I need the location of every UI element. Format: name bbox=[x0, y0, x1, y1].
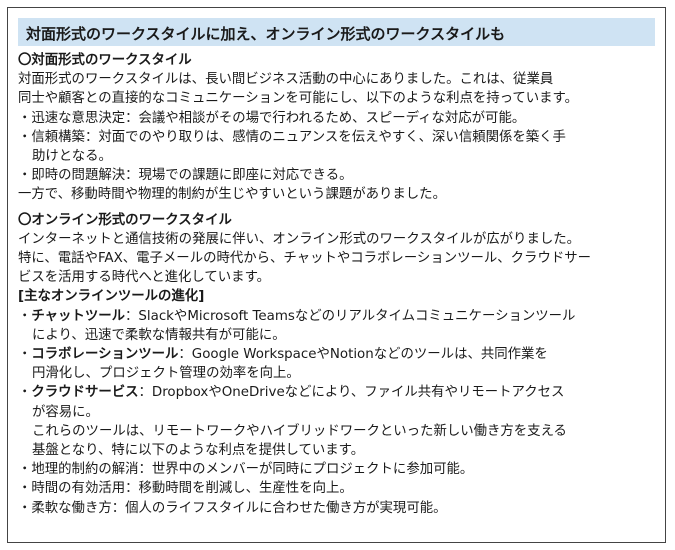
section-title-online: 〇オンライン形式のワークスタイル bbox=[18, 212, 232, 228]
paragraph-line: これらのツールは、リモートワークやハイブリッドワークといった新しい働き方を支える bbox=[32, 423, 567, 439]
tool-description: ：SlackやMicrosoft Teamsなどのリアルタイムコミュニケーション… bbox=[125, 308, 576, 324]
bullet-dot: ・ bbox=[18, 347, 32, 363]
tool-item-continuation: により、迅速で柔軟な情報共有が可能に。 bbox=[32, 327, 286, 343]
tool-name: クラウドサービス bbox=[31, 385, 139, 401]
paragraph-line: 対面形式のワークスタイルは、長い間ビジネス活動の中心にありました。これは、従業員 bbox=[18, 72, 554, 88]
bullet-item: ・即時の問題解決：現場での課題に即座に対応できる。 bbox=[18, 168, 353, 184]
paragraph-line: 基盤となり、特に以下のような利点を提供しています。 bbox=[32, 443, 365, 459]
paragraph-line: ビスを活用する時代へと進化しています。 bbox=[18, 270, 271, 286]
bullet-item: ・柔軟な働き方：個人のライフスタイルに合わせた働き方が実現可能。 bbox=[18, 500, 447, 516]
page-title: 対面形式のワークスタイルに加え、オンライン形式のワークスタイルも bbox=[18, 18, 655, 46]
bullet-continuation: 助けとなる。 bbox=[32, 149, 112, 165]
tool-description: ：DropboxやOneDriveなどにより、ファイル共有やリモートアクセス bbox=[138, 385, 565, 401]
tool-item: ・コラボレーションツール：Google WorkspaceやNotionなどのツ… bbox=[18, 345, 658, 364]
bullet-item: ・時間の有効活用：移動時間を削減し、生産性を向上。 bbox=[18, 481, 353, 497]
paragraph-line: 特に、電話やFAX、電子メールの時代から、チャットやコラボレーションツール、クラ… bbox=[18, 251, 592, 267]
tool-item-continuation: 円滑化し、プロジェクト管理の効率を向上。 bbox=[32, 366, 300, 382]
bullet-dot: ・ bbox=[18, 308, 32, 324]
tool-item: ・チャットツール：SlackやMicrosoft Teamsなどのリアルタイムコ… bbox=[18, 307, 658, 326]
section-title-in-person: 〇対面形式のワークスタイル bbox=[18, 53, 192, 68]
paragraph-line: インターネットと通信技術の発展に伴い、オンライン形式のワークスタイルが広がりまし… bbox=[18, 231, 581, 247]
tool-name: チャットツール bbox=[31, 308, 125, 324]
subheading-tools: [主なオンラインツールの進化] bbox=[18, 289, 205, 305]
bullet-item: ・迅速な意思決定：会議や相談がその場で行われるため、スピーディな対応が可能。 bbox=[18, 110, 526, 126]
document-body: 〇対面形式のワークスタイル 対面形式のワークスタイルは、長い間ビジネス活動の中心… bbox=[18, 51, 658, 518]
paragraph-line: 一方で、移動時間や物理的制約が生じやすいという課題がありました。 bbox=[18, 187, 446, 203]
paragraph-line: 同士や顧客との直接的なコミュニケーションを可能にし、以下のような利点を持っていま… bbox=[18, 91, 578, 107]
tool-item: ・クラウドサービス：DropboxやOneDriveなどにより、ファイル共有やリ… bbox=[18, 383, 658, 402]
bullet-item: ・信頼構築：対面でのやり取りは、感情のニュアンスを伝えやすく、深い信頼関係を築く… bbox=[18, 129, 566, 145]
bullet-dot: ・ bbox=[18, 385, 32, 401]
tool-description: ：Google WorkspaceやNotionなどのツールは、共同作業を bbox=[178, 347, 548, 363]
bullet-item: ・地理的制約の解消：世界中のメンバーが同時にプロジェクトに参加可能。 bbox=[18, 462, 474, 478]
tool-item-continuation: が容易に。 bbox=[32, 404, 99, 420]
tool-name: コラボレーションツール bbox=[31, 347, 179, 363]
